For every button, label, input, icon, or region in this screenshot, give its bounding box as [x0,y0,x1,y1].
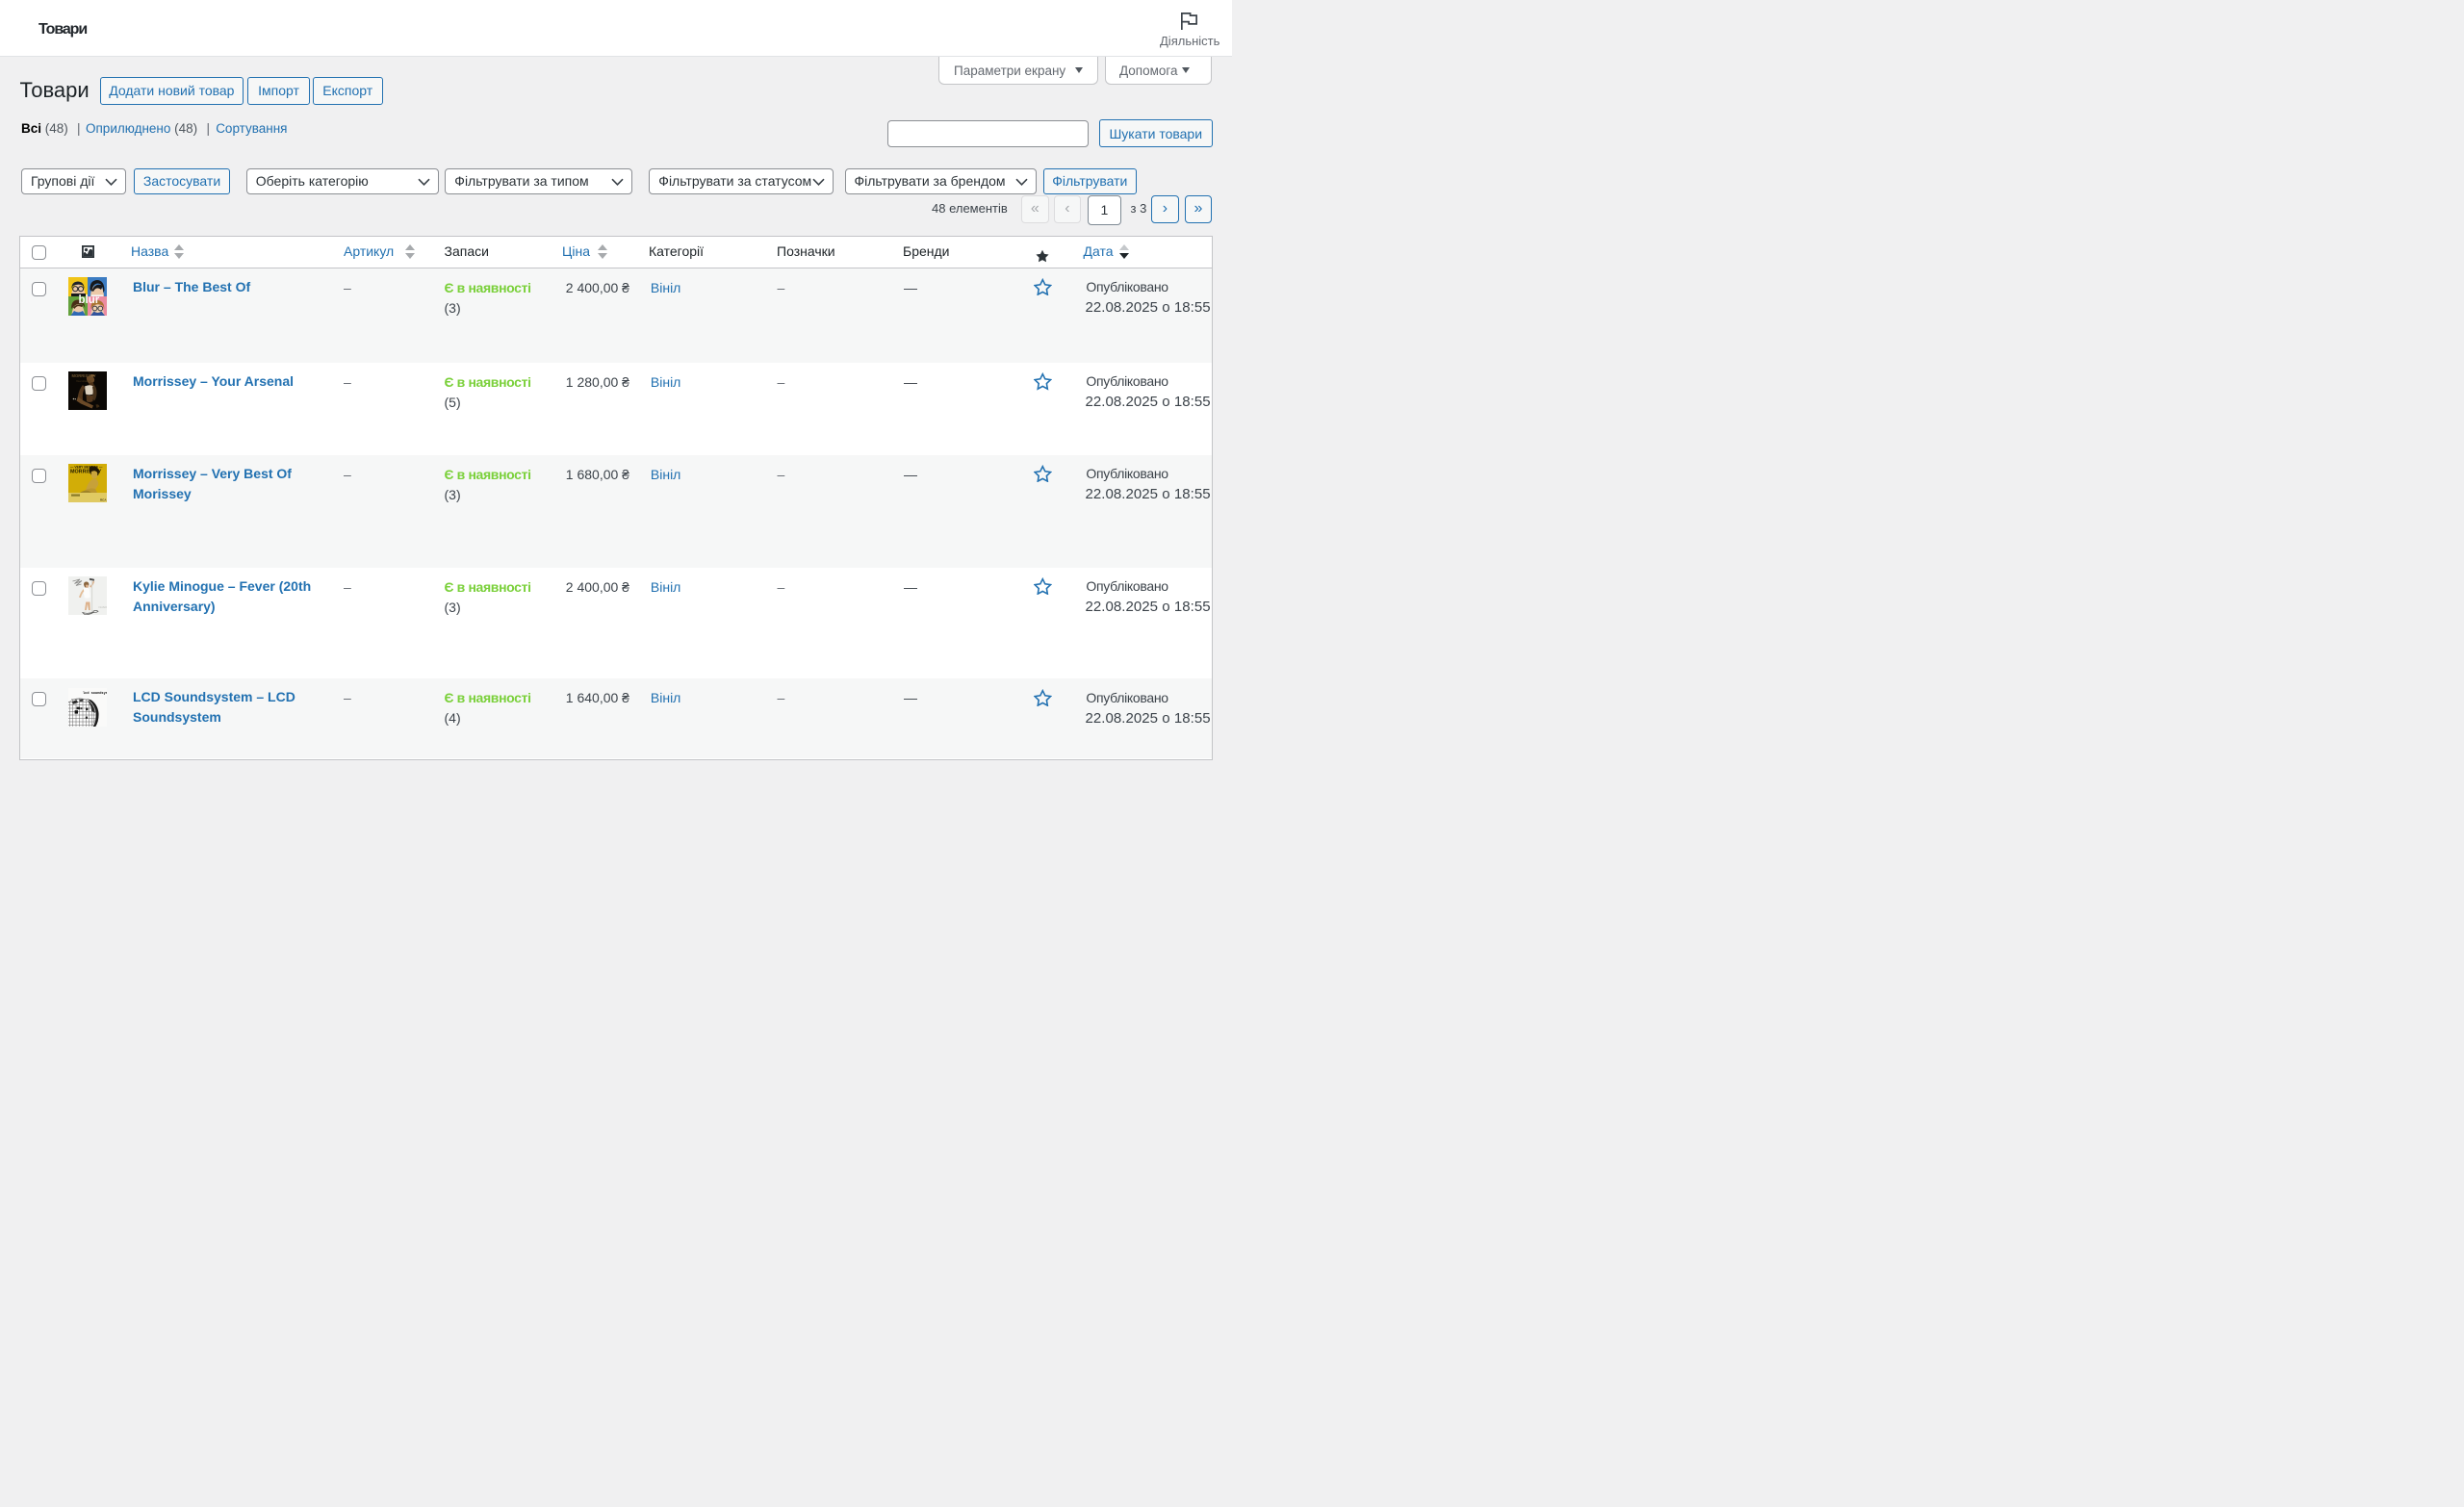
svg-text:blur: blur [78,294,99,306]
svg-text:Your Arsenal: Your Arsenal [76,379,91,383]
svg-text:RCA: RCA [100,498,107,502]
svg-text:MORRISSEY: MORRISSEY [71,373,95,378]
svg-text:FEVER: FEVER [98,605,107,609]
svg-text:lcd soundsystem: lcd soundsystem [83,690,107,695]
